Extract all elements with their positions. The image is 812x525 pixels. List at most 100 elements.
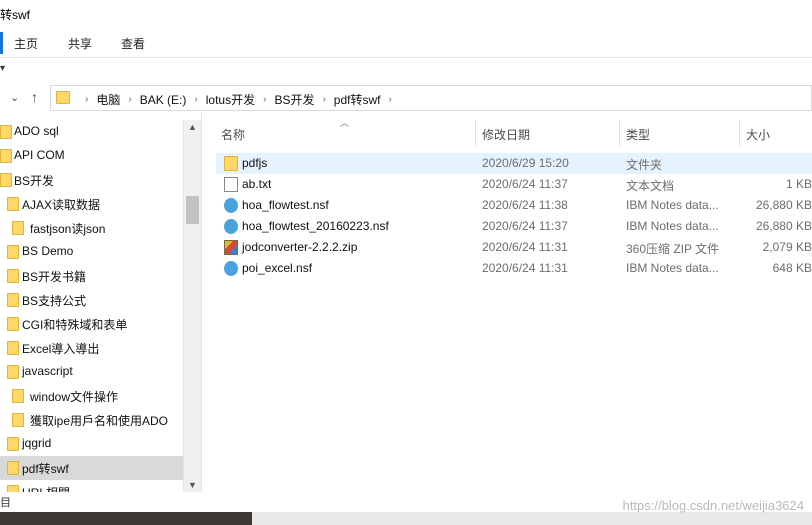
ribbon-accent — [0, 32, 3, 54]
scrollbar-thumb[interactable] — [186, 196, 199, 224]
chevron-down-icon[interactable]: ▾ — [0, 63, 5, 74]
address-bar: ⌄ ↑ › 电脑 › BAK (E:) › lotus开发 › BS开发 › p… — [0, 84, 812, 112]
title-bar: 转swf — [0, 0, 812, 28]
file-size: 1 KB — [785, 177, 812, 191]
folder-icon — [7, 293, 19, 307]
sidebar-item-label: pdf转swf — [22, 462, 69, 476]
tab-view[interactable]: 查看 — [121, 35, 145, 52]
file-type: IBM Notes data... — [626, 219, 719, 233]
file-row[interactable]: hoa_flowtest.nsf 2020/6/24 11:38 IBM Not… — [216, 195, 812, 216]
folder-icon — [7, 365, 19, 379]
column-type[interactable]: 类型 — [626, 126, 650, 143]
sidebar-item-jqgrid[interactable]: jqgrid — [0, 432, 183, 456]
pane-divider[interactable] — [201, 112, 202, 492]
column-divider[interactable] — [475, 120, 476, 148]
breadcrumb-separator-icon: › — [85, 94, 89, 105]
file-type: IBM Notes data... — [626, 198, 719, 212]
sidebar-item-api-com[interactable]: API COM — [0, 144, 183, 168]
file-row[interactable]: poi_excel.nsf 2020/6/24 11:31 IBM Notes … — [216, 258, 812, 279]
breadcrumb-separator-icon: › — [322, 94, 326, 105]
column-name[interactable]: 名称 — [221, 126, 245, 143]
sidebar-item-fastjson[interactable]: fastjson读json — [0, 216, 183, 240]
folder-icon — [0, 125, 12, 139]
file-row[interactable]: ab.txt 2020/6/24 11:37 文本文档 1 KB — [216, 174, 812, 195]
sidebar-item-bs-books[interactable]: BS开发书籍 — [0, 264, 183, 288]
folder-icon — [7, 317, 19, 331]
tab-share[interactable]: 共享 — [68, 35, 92, 52]
notes-db-icon — [224, 261, 238, 276]
breadcrumb-drive[interactable]: BAK (E:) — [140, 93, 187, 107]
quick-access-bar: ▾ — [0, 60, 812, 82]
sidebar-item-label: javascript — [22, 364, 73, 378]
file-type: 360压缩 ZIP 文件 — [626, 242, 720, 256]
sidebar-item-url[interactable]: URL相關 — [0, 480, 183, 492]
sidebar-item-label: BS开发 — [14, 174, 55, 188]
breadcrumb: › 电脑 › BAK (E:) › lotus开发 › BS开发 › pdf转s… — [77, 91, 400, 108]
notes-db-icon — [224, 198, 238, 213]
file-name: jodconverter-2.2.2.zip — [242, 240, 358, 254]
scroll-up-arrow-icon[interactable]: ▲ — [188, 122, 197, 132]
file-size: 2,079 KB — [762, 240, 812, 254]
sidebar-item-window-file[interactable]: window文件操作 — [0, 384, 183, 408]
navigation-scrollbar[interactable]: ▲ ▼ — [183, 120, 201, 492]
sidebar-item-label: BS支持公式 — [22, 294, 87, 308]
recent-locations-chevron-icon[interactable]: ⌄ — [10, 91, 19, 104]
file-row[interactable]: jodconverter-2.2.2.zip 2020/6/24 11:31 3… — [216, 237, 812, 258]
breadcrumb-lotus[interactable]: lotus开发 — [206, 91, 255, 108]
file-size: 26,880 KB — [755, 219, 812, 233]
sidebar-item-excel[interactable]: Excel導入導出 — [0, 336, 183, 360]
column-date[interactable]: 修改日期 — [482, 126, 530, 143]
file-type: 文件夹 — [626, 158, 663, 172]
file-name: hoa_flowtest.nsf — [242, 198, 329, 212]
window-title: 转swf — [0, 8, 31, 22]
sidebar-item-ipe-ado[interactable]: 獲取ipe用戶名和使用ADO — [0, 408, 183, 432]
text-file-icon — [224, 177, 238, 192]
scroll-down-arrow-icon[interactable]: ▼ — [188, 480, 197, 490]
sidebar-item-label: Excel導入導出 — [22, 342, 100, 356]
sidebar-item-label: BS Demo — [22, 244, 74, 258]
file-date: 2020/6/29 15:20 — [482, 156, 569, 170]
folder-icon — [12, 413, 24, 427]
tab-home[interactable]: 主页 — [14, 35, 38, 52]
sidebar-item-label: window文件操作 — [30, 390, 119, 404]
file-date: 2020/6/24 11:38 — [482, 198, 568, 212]
folder-icon — [7, 341, 19, 355]
sidebar-item-label: URL相關 — [22, 484, 70, 492]
folder-icon — [7, 461, 19, 475]
sidebar-item-bs[interactable]: BS开发 — [0, 168, 183, 192]
sidebar-item-ajax[interactable]: AJAX读取数据 — [0, 192, 183, 216]
sidebar-item-bs-formula[interactable]: BS支持公式 — [0, 288, 183, 312]
sidebar-item-cgi[interactable]: CGI和特殊域和表单 — [0, 312, 183, 336]
column-divider[interactable] — [739, 120, 740, 148]
zip-archive-icon — [224, 240, 238, 255]
column-header: ︿ 名称 修改日期 类型 大小 — [210, 118, 812, 148]
column-size[interactable]: 大小 — [746, 126, 770, 143]
sidebar-item-label: ADO sql — [14, 124, 59, 138]
breadcrumb-separator-icon: › — [128, 94, 132, 105]
file-row[interactable]: hoa_flowtest_20160223.nsf 2020/6/24 11:3… — [216, 216, 812, 237]
sidebar-item-ado-sql[interactable]: ADO sql — [0, 120, 183, 144]
file-row[interactable]: pdfjs 2020/6/29 15:20 文件夹 — [216, 153, 812, 174]
breadcrumb-bs[interactable]: BS开发 — [274, 91, 314, 108]
breadcrumb-current[interactable]: pdf转swf — [334, 91, 381, 108]
sidebar-item-bs-demo[interactable]: BS Demo — [0, 240, 183, 264]
breadcrumb-computer[interactable]: 电脑 — [96, 91, 120, 108]
file-date: 2020/6/24 11:31 — [482, 261, 568, 275]
up-arrow-icon[interactable]: ↑ — [31, 89, 38, 105]
folder-icon — [7, 437, 19, 451]
column-divider[interactable] — [619, 120, 620, 148]
sidebar-item-pdf-swf[interactable]: pdf转swf — [0, 456, 183, 480]
sidebar-item-label: BS开发书籍 — [22, 270, 87, 284]
folder-icon — [7, 197, 19, 211]
status-bar: 目 https://blog.csdn.net/weijia3624 — [0, 492, 812, 525]
sidebar-item-javascript[interactable]: javascript — [0, 360, 183, 384]
address-box[interactable]: › 电脑 › BAK (E:) › lotus开发 › BS开发 › pdf转s… — [50, 85, 812, 111]
breadcrumb-separator-icon: › — [263, 94, 267, 105]
file-size: 648 KB — [772, 261, 812, 275]
folder-icon — [7, 485, 19, 492]
file-list: ︿ 名称 修改日期 类型 大小 pdfjs 2020/6/29 15:20 文件… — [210, 118, 812, 500]
sidebar-item-label: API COM — [14, 148, 65, 162]
watermark: https://blog.csdn.net/weijia3624 — [622, 498, 804, 513]
folder-icon — [56, 91, 70, 104]
folder-icon — [224, 156, 238, 171]
